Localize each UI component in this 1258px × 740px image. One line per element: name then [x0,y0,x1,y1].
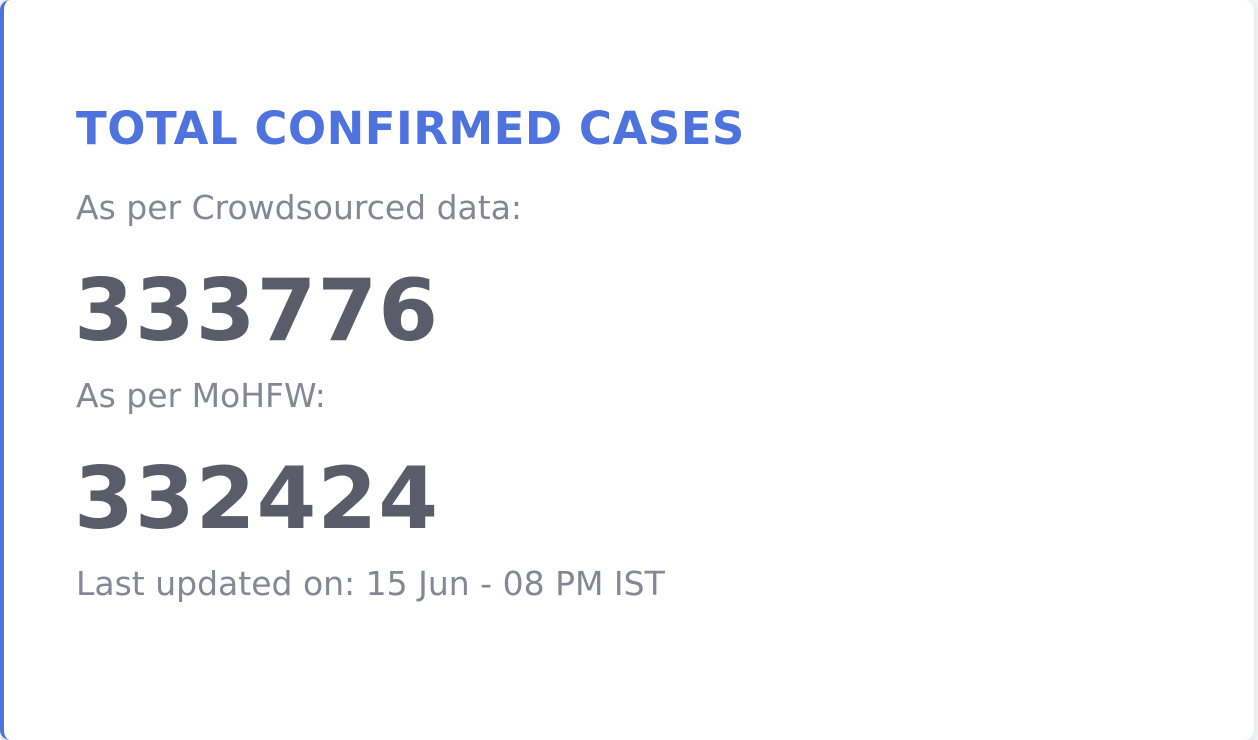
card-title: TOTAL CONFIRMED CASES [76,102,745,155]
mohfw-label: As per MoHFW: [76,376,326,415]
crowdsourced-count: 333776 [74,261,440,361]
last-updated-text: Last updated on: 15 Jun - 08 PM IST [76,564,665,603]
confirmed-cases-card: TOTAL CONFIRMED CASES As per Crowdsource… [0,0,1254,740]
mohfw-count: 332424 [74,449,440,549]
crowdsourced-label: As per Crowdsourced data: [76,188,523,227]
